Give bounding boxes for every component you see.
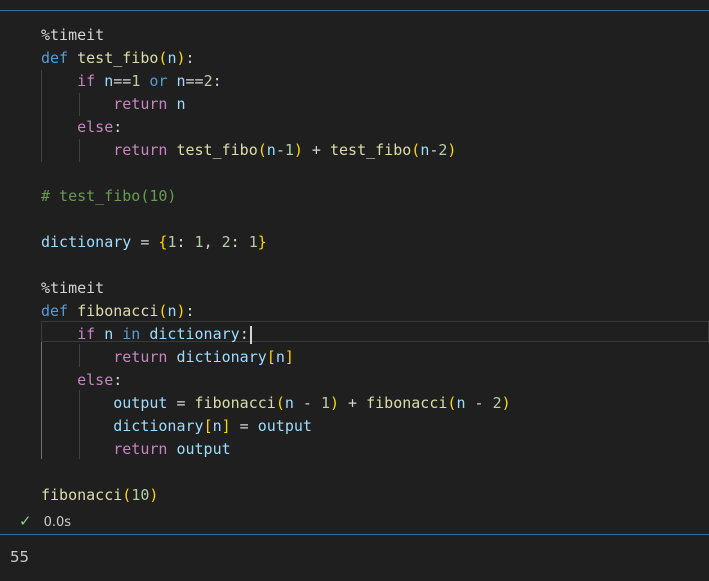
code-line: def test_fibo(n):: [41, 49, 195, 67]
code-comment: # test_fibo(10): [41, 187, 177, 205]
code-line: fibonacci(10): [41, 486, 159, 504]
check-icon: ✓: [19, 512, 32, 530]
cell-output: 55: [10, 548, 30, 566]
code-line: dictionary[n] = output: [113, 417, 312, 435]
code-cell-editor[interactable]: %timeit def test_fibo(n): if n==1 or n==…: [0, 24, 709, 504]
code-line: def fibonacci(n):: [41, 302, 195, 320]
execution-time: 0.0s: [43, 515, 72, 530]
code-line: if n==1 or n==2:: [77, 72, 222, 90]
code-line: dictionary = {1: 1, 2: 1}: [41, 233, 267, 251]
code-line: else:: [77, 371, 123, 389]
code-line: return dictionary[n]: [113, 348, 294, 366]
code-line: %timeit: [41, 26, 105, 44]
cell-top-border: [0, 10, 709, 11]
code-line: else:: [77, 118, 123, 136]
code-line: output = fibonacci(n - 1) + fibonacci(n …: [113, 394, 511, 412]
execution-status: ✓ 0.0s: [19, 511, 71, 531]
code-line: return output: [113, 440, 231, 458]
code-line: return test_fibo(n-1) + test_fibo(n-2): [113, 141, 457, 159]
output-separator: [0, 534, 709, 535]
code-line-current: if n in dictionary:: [41, 323, 252, 346]
code-line: %timeit: [41, 279, 105, 297]
text-cursor: [249, 325, 252, 344]
code-line: return n: [113, 95, 186, 113]
